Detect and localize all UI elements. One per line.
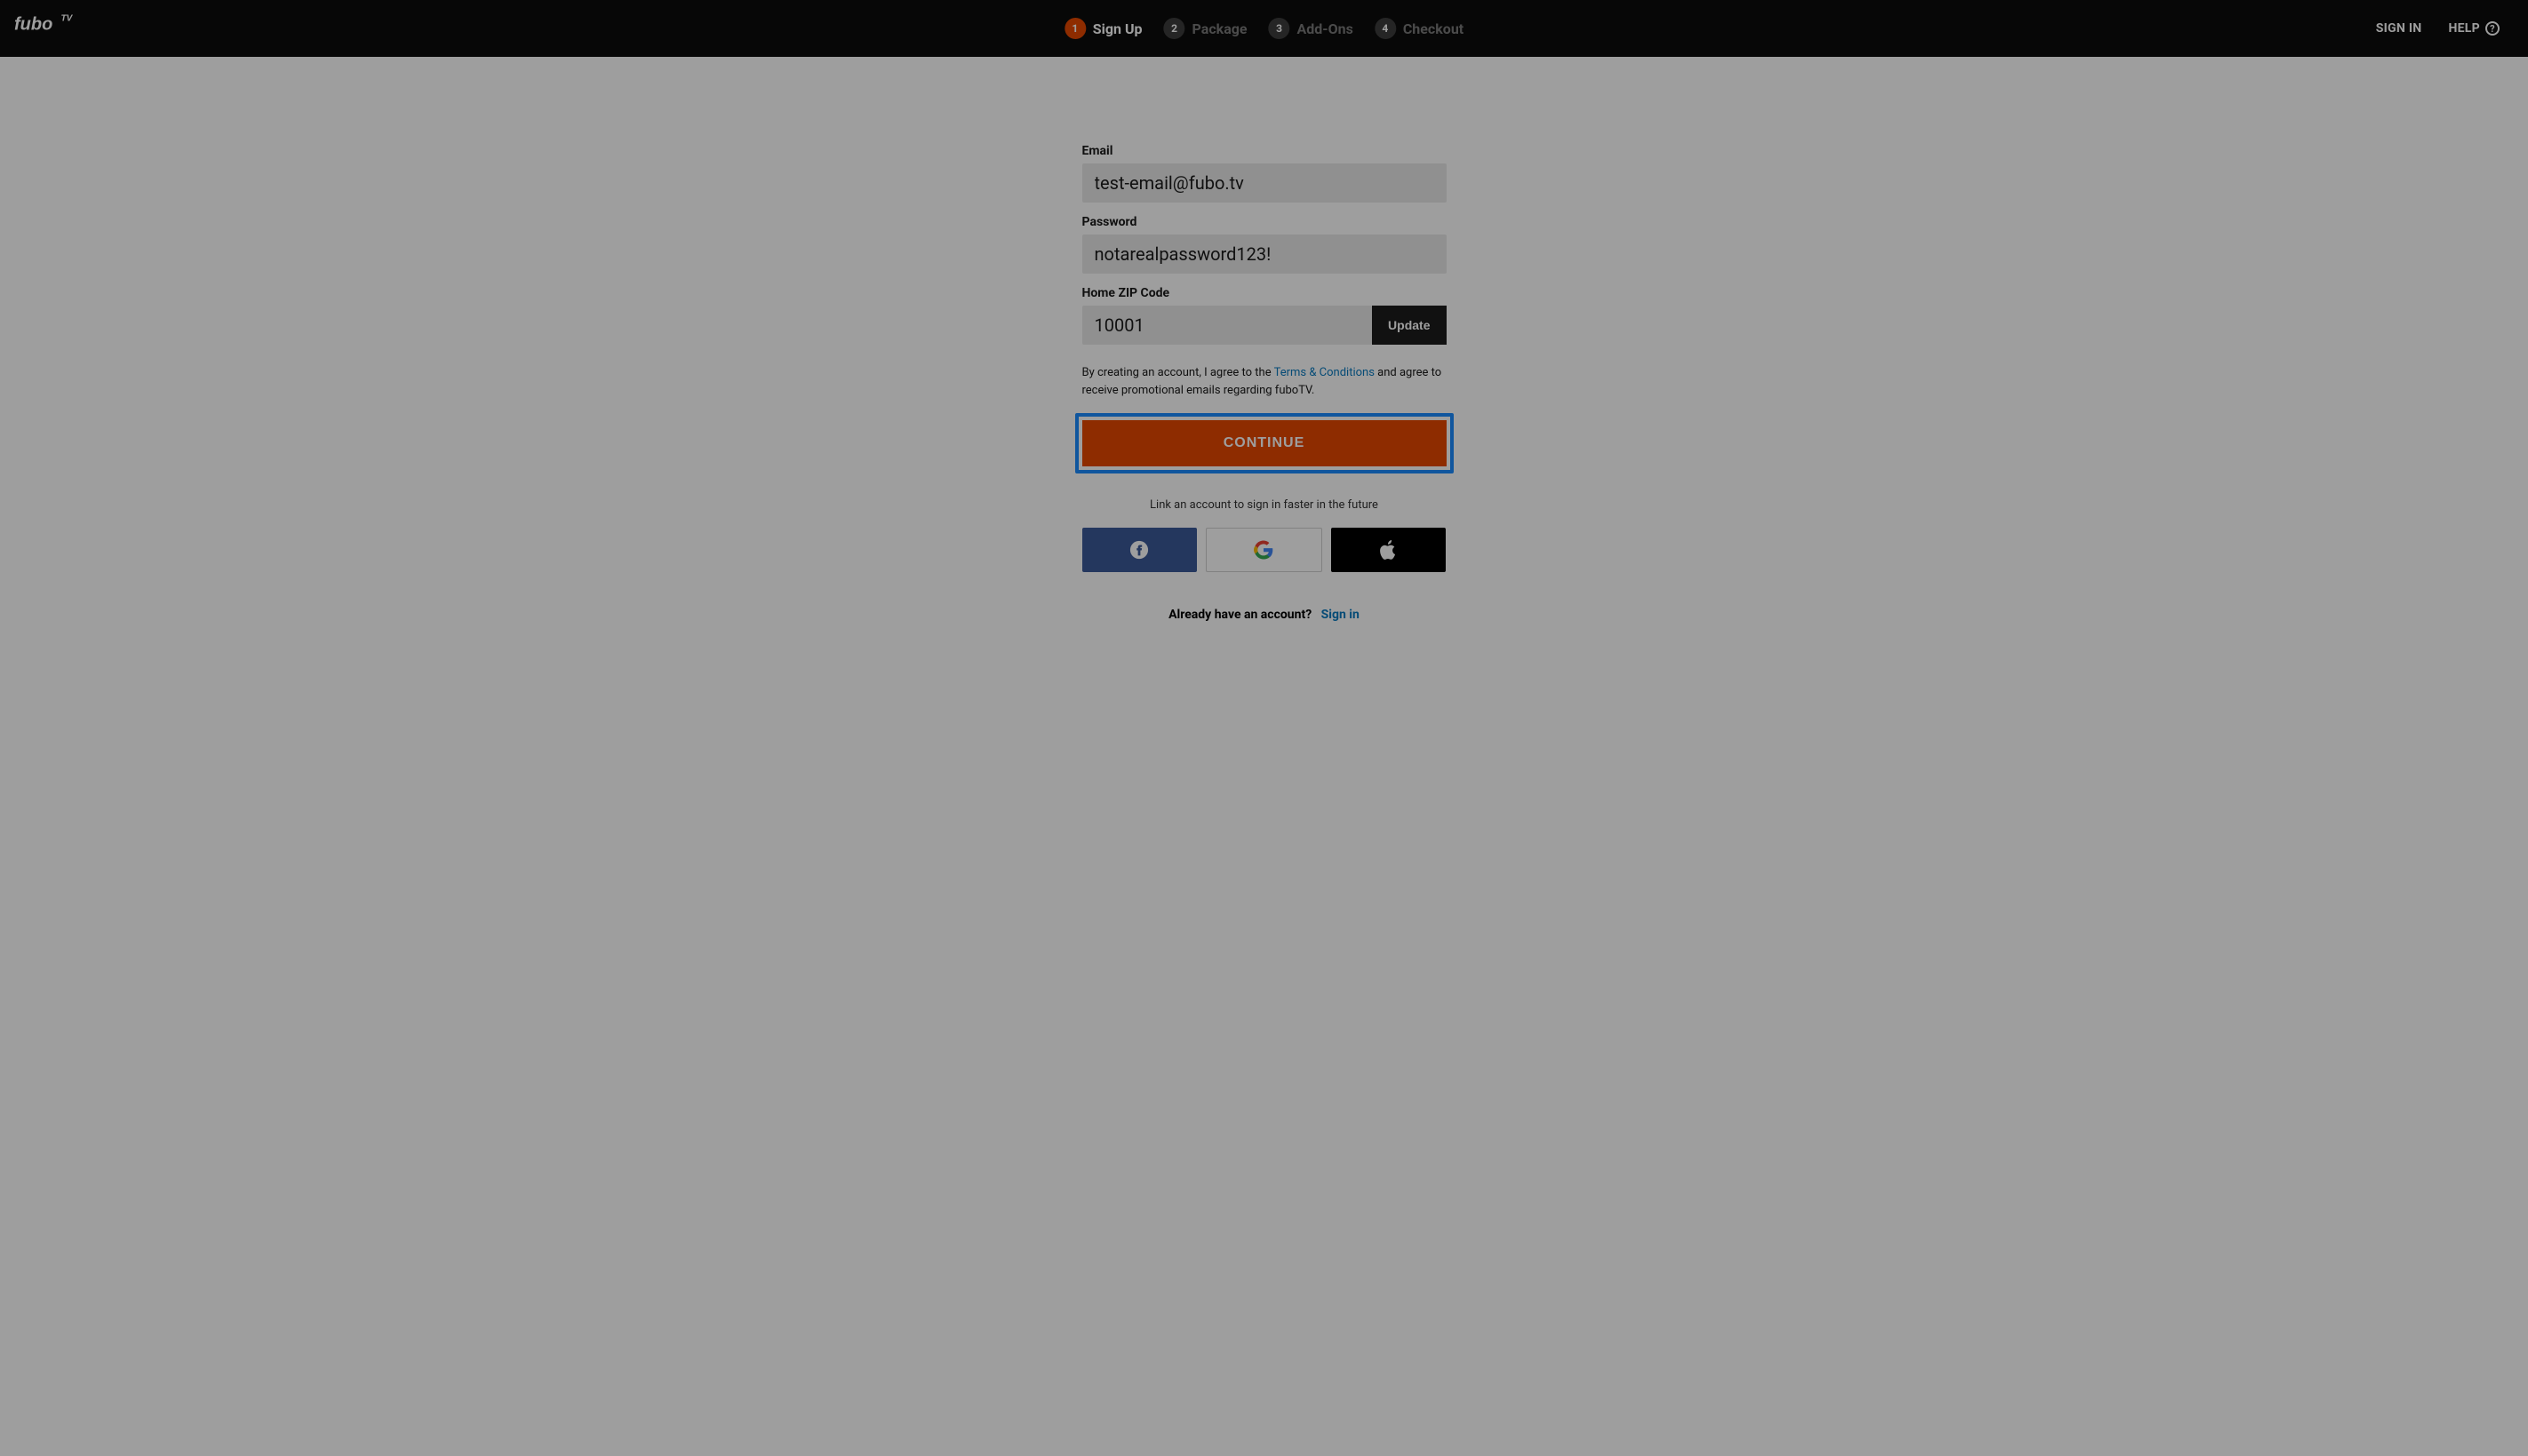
svg-text:TV: TV	[61, 14, 74, 24]
step-label: Checkout	[1403, 20, 1463, 37]
password-group: Password	[1082, 215, 1447, 274]
zip-label: Home ZIP Code	[1082, 286, 1447, 300]
already-text: Already have an account?	[1168, 608, 1312, 622]
help-link[interactable]: HELP ?	[2448, 21, 2500, 36]
facebook-icon	[1129, 540, 1149, 560]
step-package: 2 Package	[1164, 18, 1248, 39]
social-login-row	[1082, 528, 1447, 572]
step-add-ons: 3 Add-Ons	[1269, 18, 1353, 39]
step-sign-up: 1 Sign Up	[1065, 18, 1143, 39]
step-label: Package	[1192, 20, 1248, 37]
step-label: Sign Up	[1093, 20, 1143, 37]
step-label: Add-Ons	[1297, 20, 1353, 37]
signup-stepper: 1 Sign Up 2 Package 3 Add-Ons 4 Checkout	[1065, 18, 1463, 39]
svg-text:fubo: fubo	[14, 15, 52, 35]
google-login-button[interactable]	[1206, 528, 1322, 572]
already-have-account: Already have an account? Sign in	[1082, 608, 1447, 622]
email-group: Email	[1082, 144, 1447, 203]
signup-card: Email Password Home ZIP Code Update By c…	[1065, 119, 1464, 1456]
sign-in-link[interactable]: SIGN IN	[2376, 21, 2422, 36]
zip-group: Home ZIP Code Update	[1082, 286, 1447, 345]
step-badge: 4	[1375, 18, 1396, 39]
terms-text: By creating an account, I agree to the T…	[1082, 364, 1447, 399]
password-field[interactable]	[1082, 235, 1447, 274]
email-field[interactable]	[1082, 163, 1447, 203]
continue-highlight: CONTINUE	[1075, 413, 1454, 473]
step-badge: 1	[1065, 18, 1086, 39]
facebook-login-button[interactable]	[1082, 528, 1197, 572]
step-badge: 3	[1269, 18, 1290, 39]
google-icon	[1254, 540, 1273, 560]
apple-login-button[interactable]	[1331, 528, 1446, 572]
app-header: fubo TV 1 Sign Up 2 Package 3 Add-Ons 4 …	[0, 0, 2528, 57]
header-right: SIGN IN HELP ?	[2376, 21, 2500, 36]
social-hint: Link an account to sign in faster in the…	[1082, 498, 1447, 512]
apple-icon	[1380, 539, 1398, 561]
help-icon: ?	[2485, 21, 2500, 36]
fubotv-logo: fubo TV	[14, 11, 103, 46]
continue-button[interactable]: CONTINUE	[1082, 420, 1447, 466]
terms-pre: By creating an account, I agree to the	[1082, 366, 1274, 379]
step-checkout: 4 Checkout	[1375, 18, 1463, 39]
terms-link[interactable]: Terms & Conditions	[1274, 366, 1375, 379]
step-badge: 2	[1164, 18, 1185, 39]
password-label: Password	[1082, 215, 1447, 229]
email-label: Email	[1082, 144, 1447, 158]
update-zip-button[interactable]: Update	[1372, 306, 1446, 345]
already-sign-in-link[interactable]: Sign in	[1321, 608, 1360, 622]
help-label: HELP	[2448, 21, 2480, 36]
page-body: Email Password Home ZIP Code Update By c…	[0, 57, 2528, 1456]
zip-field[interactable]	[1082, 306, 1373, 345]
